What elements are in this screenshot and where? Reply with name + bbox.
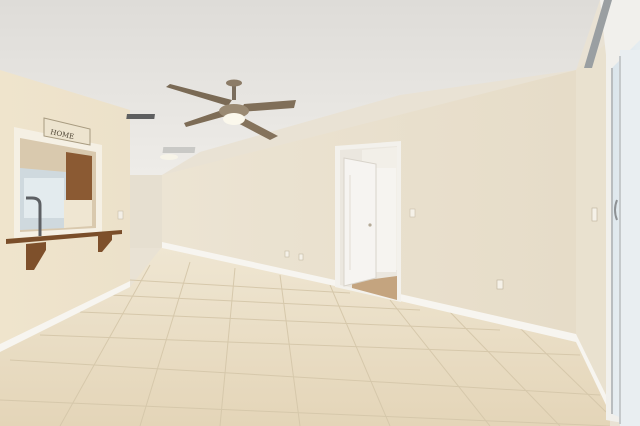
room-photo: HOME <box>0 0 640 426</box>
ceiling-light <box>160 154 178 160</box>
light-switch-left <box>117 210 124 220</box>
fan-light <box>223 113 245 125</box>
ceiling-vent <box>126 114 155 119</box>
wall-outlet <box>284 250 290 258</box>
ceiling-vent <box>162 147 196 153</box>
light-switch-main <box>409 208 416 218</box>
door-knob <box>368 223 372 227</box>
wall-outlet <box>496 279 504 290</box>
wall-outlet <box>591 207 598 222</box>
wall-outlet <box>298 253 304 261</box>
back-wall <box>130 175 162 248</box>
doorway <box>335 141 401 302</box>
room-scene: HOME <box>0 0 640 426</box>
open-door <box>343 157 377 287</box>
